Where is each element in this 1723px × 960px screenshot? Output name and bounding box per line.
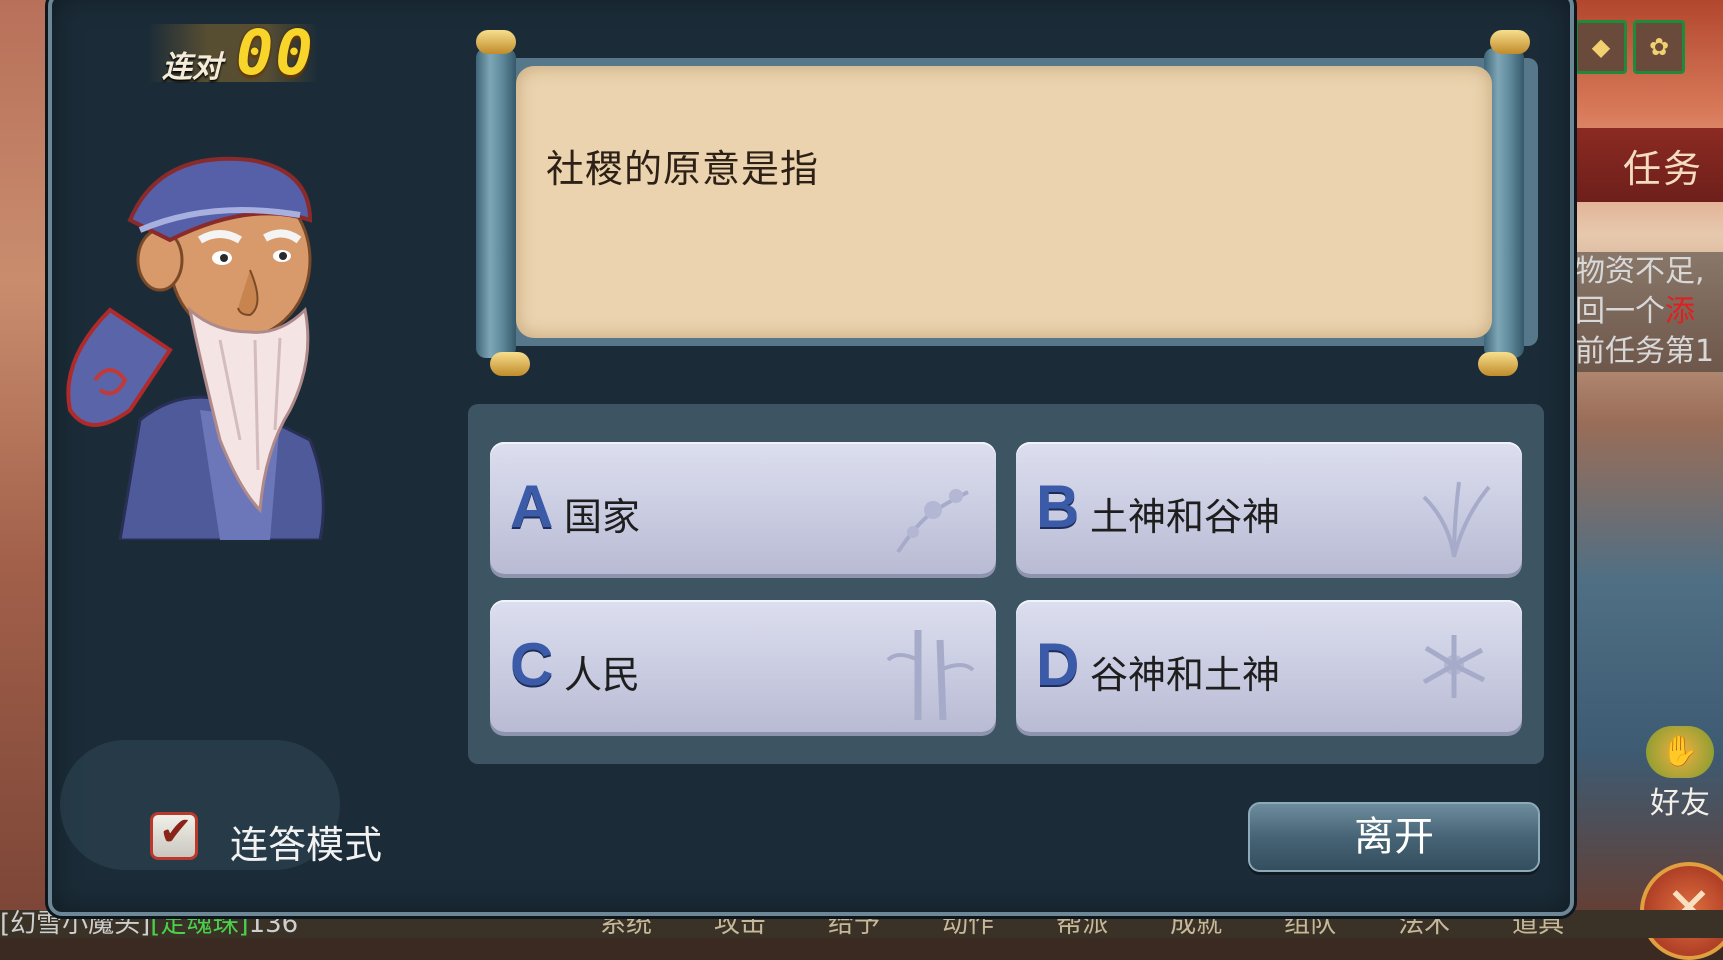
orchid-icon xyxy=(1422,481,1491,558)
answer-option-c[interactable]: C 人民 xyxy=(490,600,996,732)
answer-letter: D xyxy=(1036,631,1080,698)
task-tab-label: 任务 xyxy=(1623,146,1704,191)
combo-count: 00 xyxy=(236,16,315,89)
task-line-3: 前任务第1 xyxy=(1575,334,1715,369)
scroll-roller-left xyxy=(476,48,516,358)
plum-blossom-icon xyxy=(896,489,969,554)
task-tab[interactable]: 任务 xyxy=(1575,128,1723,202)
answer-text: 国家 xyxy=(564,495,641,539)
scroll-knob xyxy=(1490,30,1530,54)
leave-button[interactable]: 离开 xyxy=(1248,802,1540,872)
check-icon: ✔ xyxy=(159,809,193,855)
friend-button[interactable]: ✋ 好友 xyxy=(1640,726,1720,821)
answer-text: 谷神和土神 xyxy=(1090,653,1281,697)
answer-option-a[interactable]: A 国家 xyxy=(490,442,996,574)
bamboo-icon xyxy=(886,630,975,720)
continuous-mode-checkbox[interactable]: ✔ xyxy=(150,809,198,860)
scroll-knob xyxy=(1478,352,1518,376)
question-scroll-paper xyxy=(516,66,1492,338)
top-right-icon-bar: ◆ ✿ xyxy=(1575,20,1685,74)
continuous-mode-label: 连答模式 xyxy=(230,823,383,867)
answer-text: 土神和谷神 xyxy=(1090,495,1281,539)
task-description: 物资不足, 回一个添 前任务第1 xyxy=(1575,252,1723,372)
task-line-2: 回一个添 xyxy=(1575,294,1695,329)
answer-letter: A xyxy=(510,473,554,540)
gift-icon[interactable]: ◆ xyxy=(1575,20,1627,74)
chrysanthemum-icon xyxy=(1422,635,1486,698)
task-line-1: 物资不足, xyxy=(1575,254,1705,289)
rabbit-icon[interactable]: ✿ xyxy=(1633,20,1685,74)
scroll-knob xyxy=(490,352,530,376)
sage-portrait xyxy=(66,156,325,540)
question-text: 社稷的原意是指 xyxy=(546,147,820,191)
combo-label: 连对 xyxy=(162,50,222,85)
scroll-knob xyxy=(476,30,516,54)
friend-label: 好友 xyxy=(1650,786,1710,821)
answer-option-b[interactable]: B 土神和谷神 xyxy=(1016,442,1522,574)
answer-letter: B xyxy=(1036,473,1080,540)
answer-text: 人民 xyxy=(564,653,641,697)
handshake-icon: ✋ xyxy=(1646,726,1714,778)
answer-letter: C xyxy=(510,631,554,698)
answer-option-d[interactable]: D 谷神和土神 xyxy=(1016,600,1522,732)
